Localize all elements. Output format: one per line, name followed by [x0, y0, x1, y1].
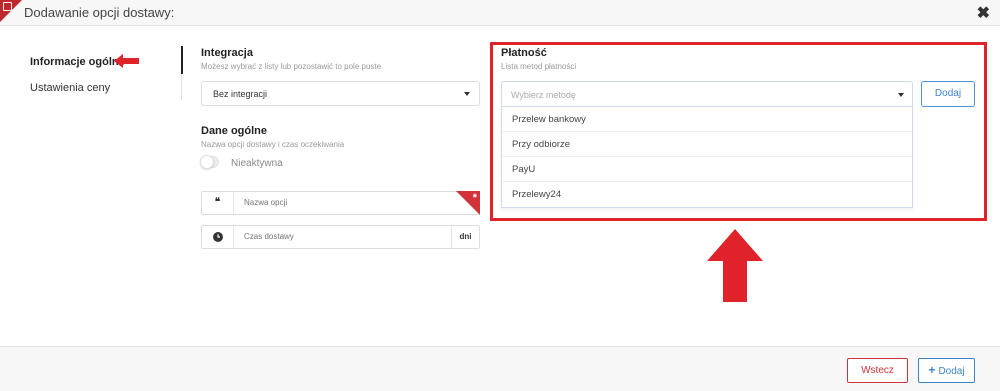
- red-arrow-left-icon: [114, 54, 139, 68]
- close-icon[interactable]: ✖: [977, 3, 990, 23]
- plus-icon: +: [928, 363, 936, 377]
- integration-selected-value: Bez integracji: [213, 89, 268, 99]
- save-icon: [3, 2, 12, 11]
- add-button[interactable]: + Dodaj: [918, 358, 975, 383]
- name-input-group: ❝ *: [201, 191, 480, 215]
- delivery-time-input[interactable]: [244, 232, 424, 241]
- payment-option-bank-transfer[interactable]: Przelew bankowy: [502, 107, 912, 132]
- nav-item-price-settings[interactable]: Ustawienia ceny: [30, 82, 110, 94]
- nav-item-general-info[interactable]: Informacje ogólne: [30, 56, 125, 68]
- general-title: Dane ogólne: [201, 125, 268, 137]
- time-unit-addon: dni: [451, 226, 479, 248]
- payment-option-payu[interactable]: PayU: [502, 157, 912, 182]
- integration-title: Integracja: [201, 47, 253, 59]
- integration-select[interactable]: Bez integracji: [201, 81, 480, 106]
- general-subtitle: Nazwa opcji dostawy i czas oczekiwania: [201, 140, 345, 149]
- back-button[interactable]: Wstecz: [847, 358, 908, 383]
- payment-options-dropdown: Przelew bankowy Przy odbiorze PayU Przel…: [501, 107, 913, 208]
- modal-title: Dodawanie opcji dostawy:: [24, 5, 175, 20]
- nav-active-indicator: [181, 46, 183, 74]
- delivery-option-modal: Dodawanie opcji dostawy: ✖ Informacje og…: [0, 0, 1000, 391]
- integration-subtitle: Możesz wybrać z listy lub pozostawić to …: [201, 62, 382, 71]
- payment-option-cash-on-delivery[interactable]: Przy odbiorze: [502, 132, 912, 157]
- payment-method-select[interactable]: Wybierz metodę: [501, 81, 913, 107]
- quote-icon: ❝: [202, 192, 234, 214]
- time-input-group: dni: [201, 225, 480, 249]
- payment-title: Płatność: [501, 47, 547, 59]
- add-button-label: Dodaj: [938, 366, 965, 377]
- caret-down-icon: [898, 93, 904, 97]
- toggle-label: Nieaktywna: [231, 158, 283, 169]
- modal-header: Dodawanie opcji dostawy: ✖: [0, 0, 1000, 26]
- clock-icon: [202, 226, 234, 248]
- payment-select-placeholder: Wybierz metodę: [511, 90, 576, 100]
- name-input[interactable]: [244, 198, 424, 207]
- required-star: *: [472, 192, 477, 204]
- caret-down-icon: [464, 92, 470, 96]
- active-toggle[interactable]: [200, 155, 219, 169]
- toggle-knob: [200, 155, 214, 169]
- add-payment-button[interactable]: Dodaj: [921, 81, 975, 107]
- payment-option-przelewy24[interactable]: Przelewy24: [502, 182, 912, 207]
- payment-subtitle: Lista metod płatności: [501, 62, 577, 71]
- red-arrow-up-icon: [707, 229, 763, 302]
